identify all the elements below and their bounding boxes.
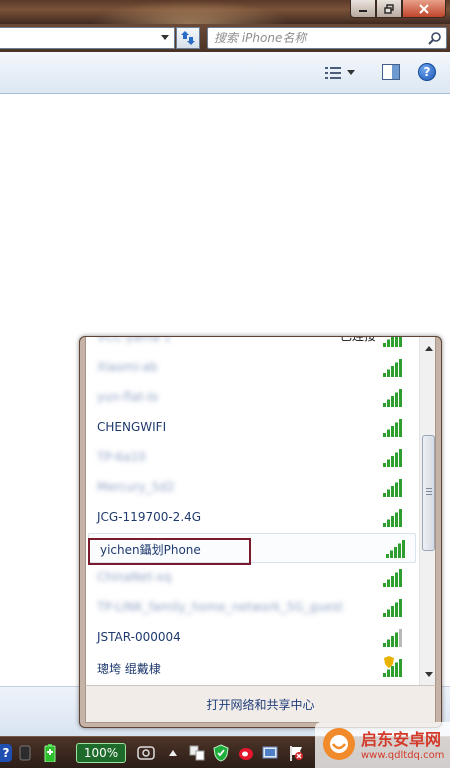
- refresh-icon: [181, 31, 195, 45]
- wifi-network-name: Xiaomi-ab: [97, 360, 158, 374]
- wifi-network-name: TP-6a10: [97, 450, 146, 464]
- security-shield-icon: [384, 656, 394, 668]
- scroll-down-button[interactable]: [420, 666, 435, 682]
- window-controls: [350, 0, 446, 18]
- wifi-network-item[interactable]: VCC-yama 1 已连接: [86, 337, 418, 353]
- wifi-signal-icon: [383, 479, 402, 497]
- wifi-network-name: VCC-yama 1: [97, 337, 172, 344]
- wifi-signal-icon: [383, 569, 402, 587]
- minimize-icon: [359, 9, 367, 12]
- wifi-network-name: yun-flat-lo: [97, 390, 159, 404]
- wifi-signal-icon: [383, 599, 402, 617]
- chevron-up-icon: [424, 345, 433, 351]
- highlight-annotation: [88, 538, 251, 565]
- security-shield-icon[interactable]: [213, 744, 229, 762]
- wifi-network-item[interactable]: 璁垮 绲戴棣: [86, 653, 418, 683]
- action-center-flag-icon[interactable]: [288, 744, 304, 762]
- wifi-network-name: JCG-119700-2.4G: [97, 510, 202, 524]
- ime-icon[interactable]: [18, 744, 32, 762]
- wifi-network-name: Mercury_5d2: [97, 480, 175, 494]
- titlebar-glow: [90, 0, 290, 24]
- preview-pane-icon[interactable]: [382, 64, 400, 80]
- site-watermark: 启东安卓网 www.qdltdq.com: [315, 722, 450, 768]
- address-bar[interactable]: [0, 27, 175, 49]
- speaker-icon[interactable]: [137, 744, 155, 762]
- wifi-network-name: ChinaNet-xq: [97, 570, 172, 584]
- minimize-button[interactable]: [350, 0, 376, 18]
- search-input[interactable]: [214, 30, 414, 46]
- weibo-icon[interactable]: [238, 744, 254, 762]
- wifi-network-name: JSTAR-000004: [97, 630, 181, 644]
- restore-icon: [384, 3, 394, 14]
- scrollbar-thumb[interactable]: [422, 435, 435, 551]
- show-hidden-icons-icon[interactable]: [168, 744, 178, 762]
- watermark-logo-icon: [323, 728, 355, 760]
- wifi-footer: 打开网络和共享中心: [85, 685, 436, 723]
- wifi-network-item[interactable]: TP-LINK_family_home_network_5G_guest: [86, 593, 418, 623]
- wifi-signal-icon: [383, 337, 402, 347]
- help-tray-button[interactable]: ?: [0, 744, 12, 762]
- zoom-level-indicator[interactable]: 100%: [76, 743, 126, 763]
- restore-button[interactable]: [376, 0, 402, 18]
- refresh-button[interactable]: [176, 27, 200, 49]
- wifi-signal-icon: [383, 359, 402, 377]
- wifi-signal-icon: [383, 629, 402, 647]
- wifi-network-name: TP-LINK_family_home_network_5G_guest: [97, 600, 343, 614]
- display-icon[interactable]: [262, 744, 278, 762]
- scroll-up-button[interactable]: [420, 340, 435, 356]
- wifi-signal-icon: [383, 389, 402, 407]
- help-icon[interactable]: ?: [418, 63, 436, 81]
- wifi-network-list: VCC-yama 1 已连接 Xiaomi-ab yun-flat-lo CHENGWI…: [86, 337, 418, 685]
- change-view-button[interactable]: [325, 64, 365, 82]
- wifi-network-item[interactable]: TP-6a10: [86, 443, 418, 473]
- wifi-network-panel: VCC-yama 1 已连接 Xiaomi-ab yun-flat-lo CHENGWI…: [85, 337, 436, 685]
- search-box[interactable]: [207, 27, 447, 49]
- chevron-down-icon: [347, 70, 355, 75]
- wifi-signal-icon: [383, 509, 402, 527]
- wifi-network-name: 璁垮 绲戴棣: [97, 662, 161, 676]
- wifi-network-popup: VCC-yama 1 已连接 Xiaomi-ab yun-flat-lo CHENGWI…: [79, 336, 442, 728]
- close-button[interactable]: [402, 0, 446, 18]
- chevron-down-icon: [161, 35, 169, 40]
- wifi-network-item[interactable]: JCG-119700-2.4G: [86, 503, 418, 533]
- wifi-connection-status: 已连接: [340, 337, 376, 344]
- wifi-signal-icon: [383, 419, 402, 437]
- wifi-signal-icon: [386, 540, 405, 558]
- wifi-network-item[interactable]: Xiaomi-ab: [86, 353, 418, 383]
- network-share-icon[interactable]: [188, 744, 206, 762]
- command-toolbar: ?: [0, 52, 450, 94]
- wifi-network-name: CHENGWIFI: [97, 420, 167, 434]
- wifi-network-item[interactable]: CHENGWIFI: [86, 413, 418, 443]
- chevron-down-icon: [424, 671, 433, 677]
- wifi-network-item[interactable]: Mercury_5d2: [86, 473, 418, 503]
- open-network-sharing-center-link[interactable]: 打开网络和共享中心: [206, 696, 314, 713]
- view-list-icon: [325, 67, 341, 79]
- scrollbar-grip: [426, 488, 432, 497]
- search-icon[interactable]: [428, 31, 442, 45]
- watermark-url: www.qdltdq.com: [361, 750, 445, 761]
- window-titlebar: [0, 0, 450, 24]
- wifi-network-item[interactable]: yun-flat-lo: [86, 383, 418, 413]
- navigation-bar: [0, 24, 450, 52]
- network-list-scrollbar[interactable]: [419, 337, 435, 685]
- wifi-signal-icon: [383, 449, 402, 467]
- address-dropdown-button[interactable]: [158, 28, 172, 48]
- wifi-network-item[interactable]: ChinaNet-xq: [86, 563, 418, 593]
- wifi-network-item[interactable]: JSTAR-000004: [86, 623, 418, 653]
- close-icon: [419, 3, 429, 14]
- battery-icon[interactable]: [44, 744, 56, 762]
- watermark-title: 启东安卓网: [361, 730, 442, 749]
